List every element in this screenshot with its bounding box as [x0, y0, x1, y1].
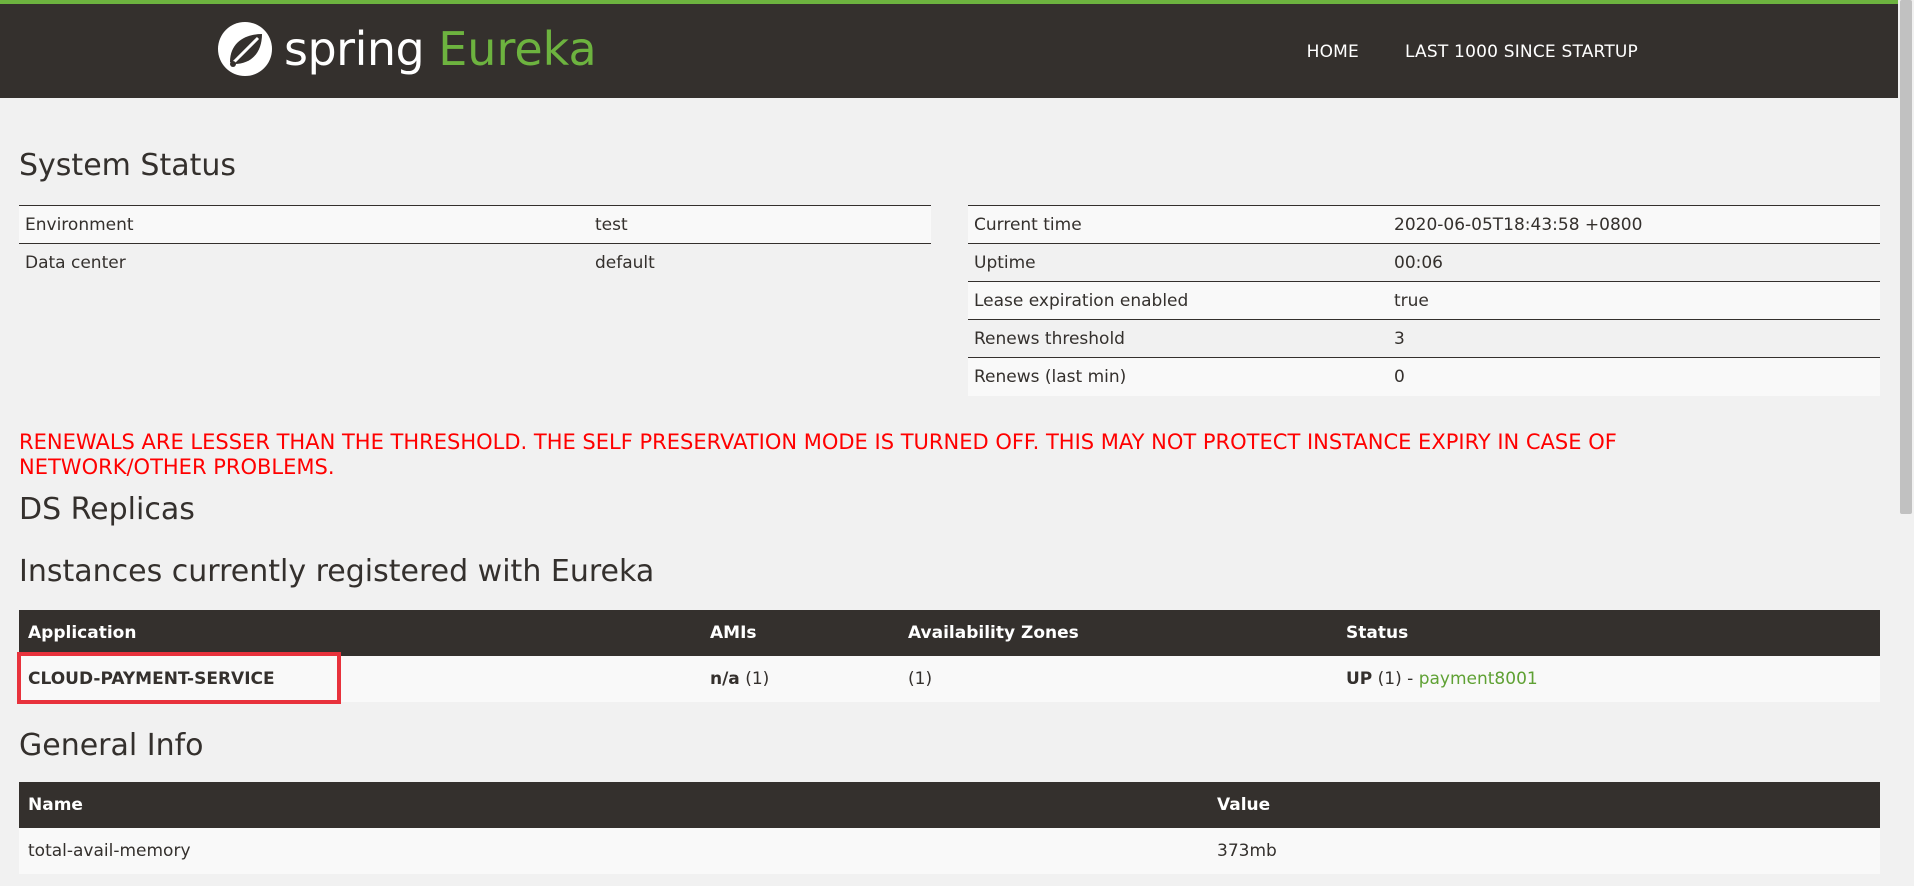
status-label: Data center [19, 243, 589, 282]
general-info-table: Name Value total-avail-memory 373mb [19, 782, 1880, 874]
column-header-application: Application [19, 610, 701, 656]
status-value: test [589, 205, 931, 244]
status-label: Environment [19, 205, 589, 244]
nav-home-link[interactable]: HOME [1307, 42, 1359, 62]
self-preservation-warning: RENEWALS ARE LESSER THAN THE THRESHOLD. … [19, 430, 1617, 479]
scrollbar-thumb[interactable] [1900, 0, 1912, 514]
table-row: Renews (last min) 0 [968, 357, 1880, 396]
amis-cell: n/a (1) [701, 656, 899, 702]
table-row: Lease expiration enabled true [968, 281, 1880, 320]
status-label: Uptime [968, 243, 1388, 282]
table-row: Data center default [19, 243, 931, 282]
status-count: (1) - [1372, 669, 1419, 689]
info-value: 373mb [1208, 828, 1880, 874]
instances-heading: Instances currently registered with Eure… [19, 554, 655, 589]
zones-cell: (1) [899, 656, 1337, 702]
application-name-cell: CLOUD-PAYMENT-SERVICE [19, 656, 701, 702]
instance-link-payment8001[interactable]: payment8001 [1419, 669, 1538, 689]
table-header-row: Name Value [19, 782, 1880, 828]
status-up: UP [1346, 669, 1373, 689]
logo-spring-text: spring [284, 22, 425, 76]
table-row: Renews threshold 3 [968, 319, 1880, 358]
column-header-value: Value [1208, 782, 1880, 828]
info-name: total-avail-memory [19, 828, 1208, 874]
system-status-left-table: Environment test Data center default [19, 205, 931, 282]
amis-count: (1) [739, 669, 770, 689]
nav-last-1000-link[interactable]: LAST 1000 SINCE STARTUP [1405, 42, 1638, 62]
table-row: CLOUD-PAYMENT-SERVICE n/a (1) (1) UP (1)… [19, 656, 1880, 702]
status-value: 0 [1388, 357, 1880, 396]
table-row: Environment test [19, 205, 931, 244]
ds-replicas-heading: DS Replicas [19, 492, 195, 527]
table-row: Current time 2020-06-05T18:43:58 +0800 [968, 205, 1880, 244]
application-name: CLOUD-PAYMENT-SERVICE [28, 669, 275, 689]
status-label: Renews threshold [968, 319, 1388, 358]
column-header-availability-zones: Availability Zones [899, 610, 1337, 656]
top-navbar: spring Eureka HOME LAST 1000 SINCE START… [0, 0, 1914, 98]
status-value: 00:06 [1388, 243, 1880, 282]
table-row: Uptime 00:06 [968, 243, 1880, 282]
status-value: 2020-06-05T18:43:58 +0800 [1388, 205, 1880, 244]
status-label: Renews (last min) [968, 357, 1388, 396]
amis-value: n/a [710, 669, 740, 689]
main-nav: HOME LAST 1000 SINCE STARTUP [1307, 42, 1638, 62]
column-header-status: Status [1337, 610, 1880, 656]
column-header-name: Name [19, 782, 1208, 828]
system-status-right-table: Current time 2020-06-05T18:43:58 +0800 U… [968, 205, 1880, 396]
spring-leaf-icon [218, 22, 272, 76]
spring-eureka-logo[interactable]: spring Eureka [216, 20, 597, 78]
table-header-row: Application AMIs Availability Zones Stat… [19, 610, 1880, 656]
instances-table: Application AMIs Availability Zones Stat… [19, 610, 1880, 702]
status-value: true [1388, 281, 1880, 320]
status-cell: UP (1) - payment8001 [1337, 656, 1880, 702]
logo-eureka-text: Eureka [438, 22, 597, 76]
system-status-heading: System Status [19, 148, 237, 183]
status-label: Lease expiration enabled [968, 281, 1388, 320]
vertical-scrollbar[interactable] [1898, 0, 1914, 886]
status-value: 3 [1388, 319, 1880, 358]
general-info-heading: General Info [19, 728, 204, 763]
table-row: total-avail-memory 373mb [19, 828, 1880, 874]
column-header-amis: AMIs [701, 610, 899, 656]
status-value: default [589, 243, 931, 282]
status-label: Current time [968, 205, 1388, 244]
